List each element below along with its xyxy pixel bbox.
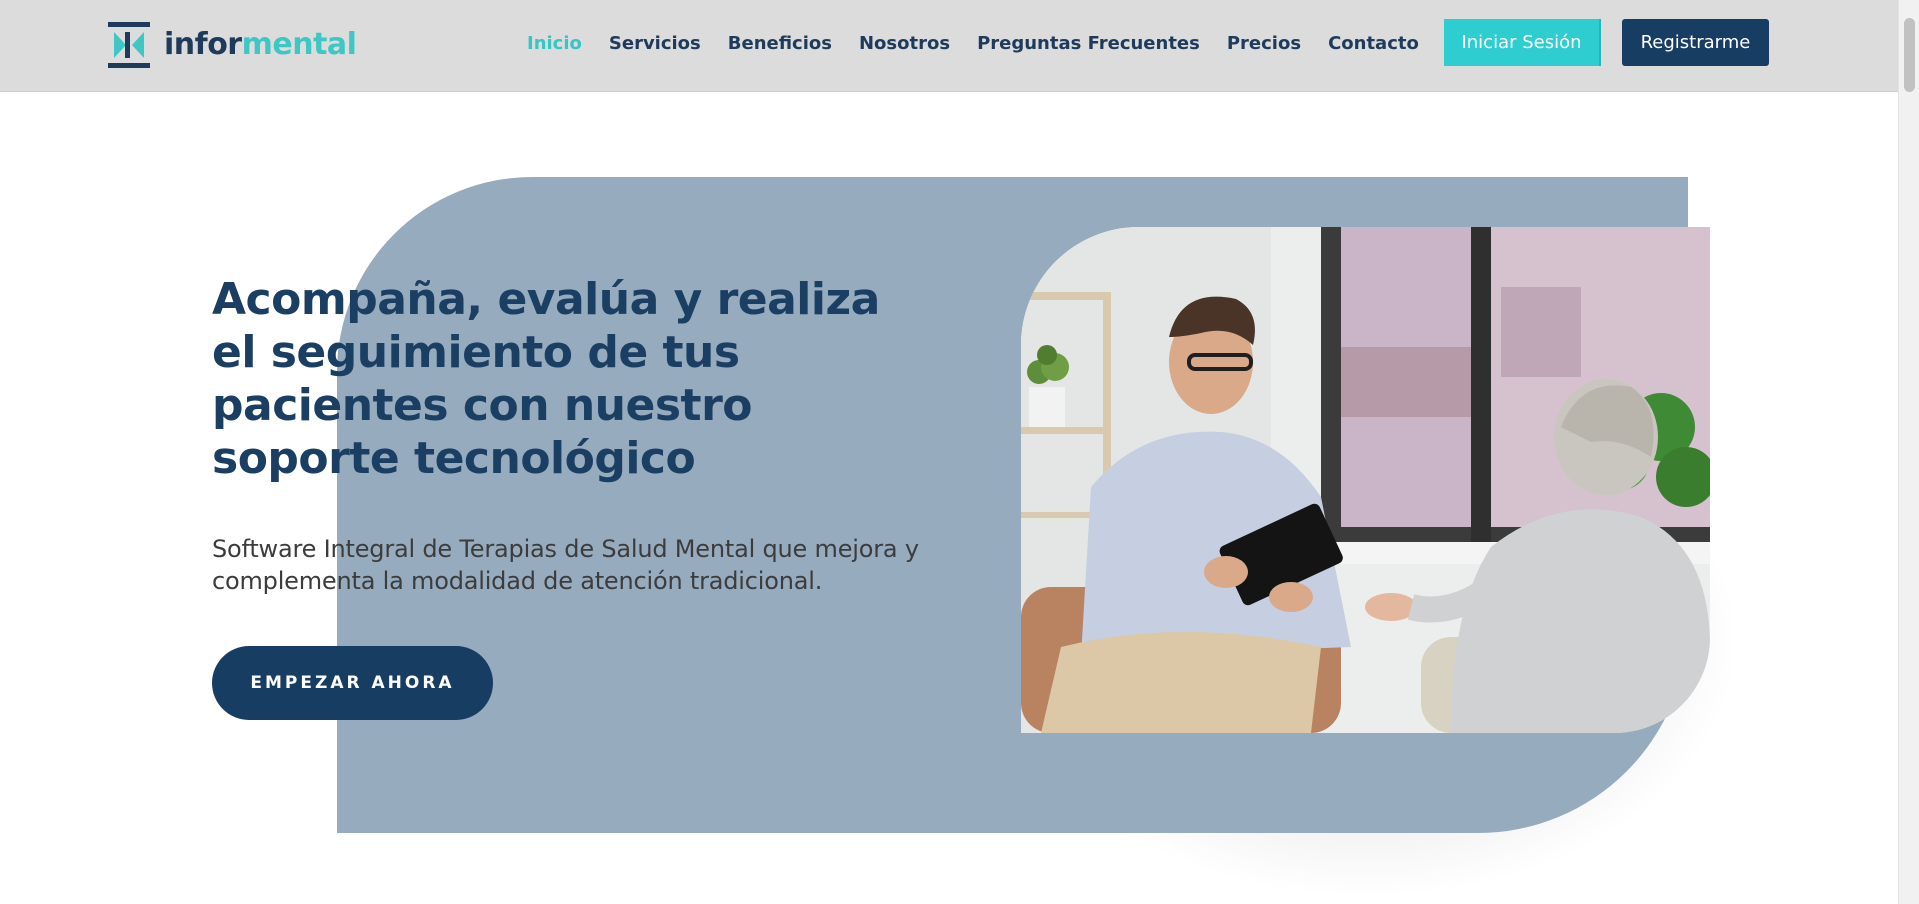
logo-icon bbox=[108, 22, 150, 68]
hero-title: Acompaña, evalúa y realiza el seguimient… bbox=[212, 274, 880, 484]
start-now-button[interactable]: EMPEZAR AHORA bbox=[212, 646, 493, 720]
hero-subtitle: Software Integral de Terapias de Salud M… bbox=[212, 535, 919, 595]
nav-link-servicios[interactable]: Servicios bbox=[609, 30, 701, 58]
nav-link-beneficios[interactable]: Beneficios bbox=[728, 30, 832, 58]
register-button[interactable]: Registrarme bbox=[1622, 19, 1769, 66]
therapy-session-illustration bbox=[1021, 227, 1710, 733]
logo-wordmark: informental bbox=[164, 22, 357, 68]
landing-page: informental Inicio Servicios Beneficios … bbox=[0, 0, 1919, 904]
vertical-scrollbar[interactable] bbox=[1898, 0, 1919, 904]
nav-link-contacto[interactable]: Contacto bbox=[1328, 30, 1419, 58]
nav-link-preguntas-frecuentes[interactable]: Preguntas Frecuentes bbox=[977, 30, 1200, 58]
nav-link-precios[interactable]: Precios bbox=[1227, 30, 1301, 58]
login-button[interactable]: Iniciar Sesión bbox=[1444, 19, 1599, 66]
logo-text-part2: mental bbox=[241, 27, 357, 62]
main-nav: Inicio Servicios Beneficios Nosotros Pre… bbox=[527, 30, 1446, 58]
site-header: informental Inicio Servicios Beneficios … bbox=[0, 0, 1898, 92]
nav-link-nosotros[interactable]: Nosotros bbox=[859, 30, 950, 58]
logo-text-part1: infor bbox=[164, 27, 242, 62]
scrollbar-thumb[interactable] bbox=[1904, 18, 1915, 92]
nav-link-inicio[interactable]: Inicio bbox=[527, 30, 582, 58]
therapy-session-photo bbox=[1021, 227, 1710, 733]
logo[interactable]: informental bbox=[108, 22, 357, 68]
